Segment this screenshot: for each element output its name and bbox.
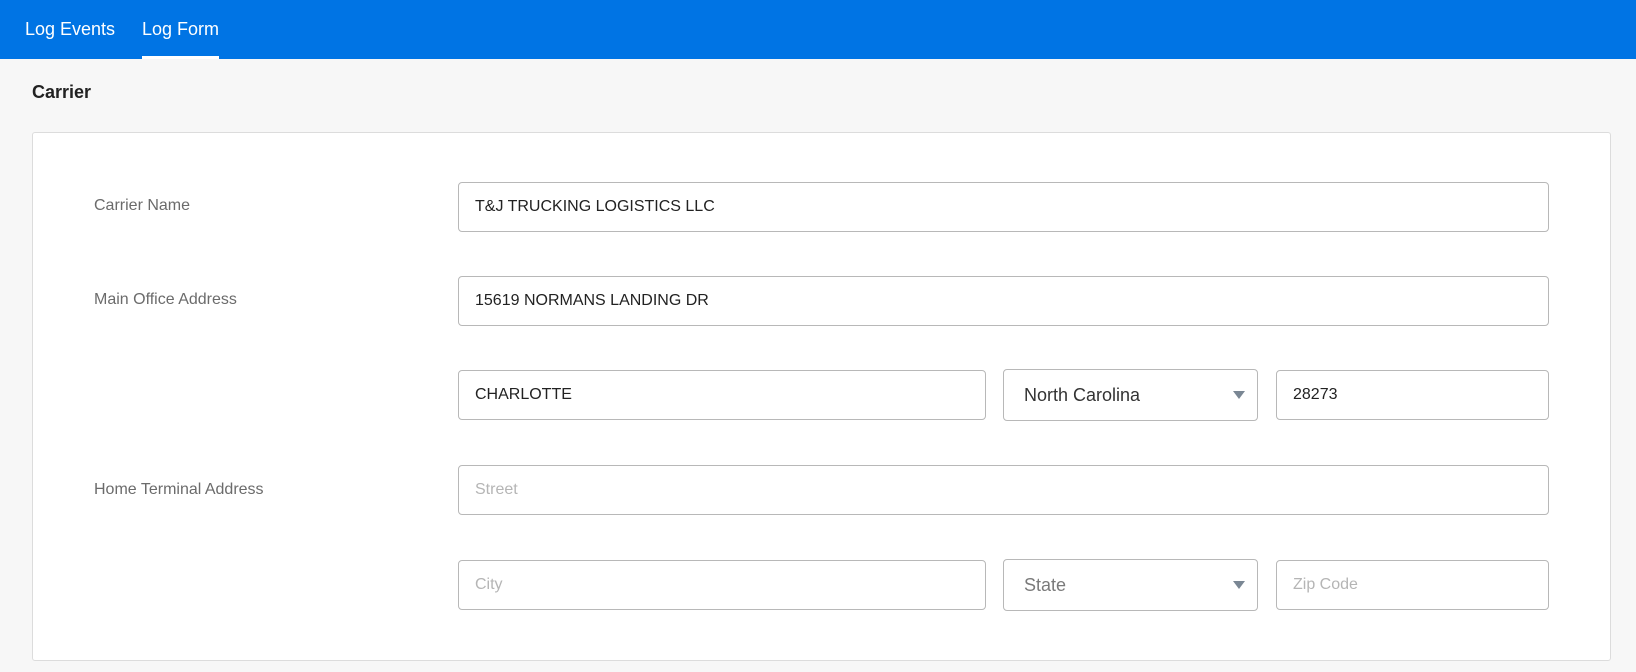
tab-log-form[interactable]: Log Form (142, 0, 220, 59)
home-terminal-state-select[interactable]: State (1003, 559, 1258, 611)
main-office-address-label: Main Office Address (94, 291, 237, 308)
caret-down-icon (1233, 391, 1245, 399)
caret-down-icon (1233, 581, 1245, 589)
home-terminal-address-label: Home Terminal Address (94, 481, 264, 498)
carrier-name-label: Carrier Name (94, 197, 191, 214)
main-office-street-input[interactable] (458, 276, 1549, 326)
top-nav-bar: Log Events Log Form (0, 0, 1636, 59)
main-office-zip-input[interactable] (1276, 370, 1549, 420)
main-office-city-input[interactable] (458, 370, 986, 420)
tab-log-events[interactable]: Log Events (25, 0, 115, 59)
home-terminal-street-input[interactable] (458, 465, 1549, 515)
section-title: Carrier (32, 82, 92, 102)
main-office-state-select[interactable]: North Carolina (1003, 369, 1258, 421)
home-terminal-city-input[interactable] (458, 560, 986, 610)
carrier-name-input[interactable] (458, 182, 1549, 232)
home-terminal-zip-input[interactable] (1276, 560, 1549, 610)
main-office-state-value: North Carolina (1024, 385, 1141, 405)
home-terminal-state-value: State (1024, 575, 1067, 595)
